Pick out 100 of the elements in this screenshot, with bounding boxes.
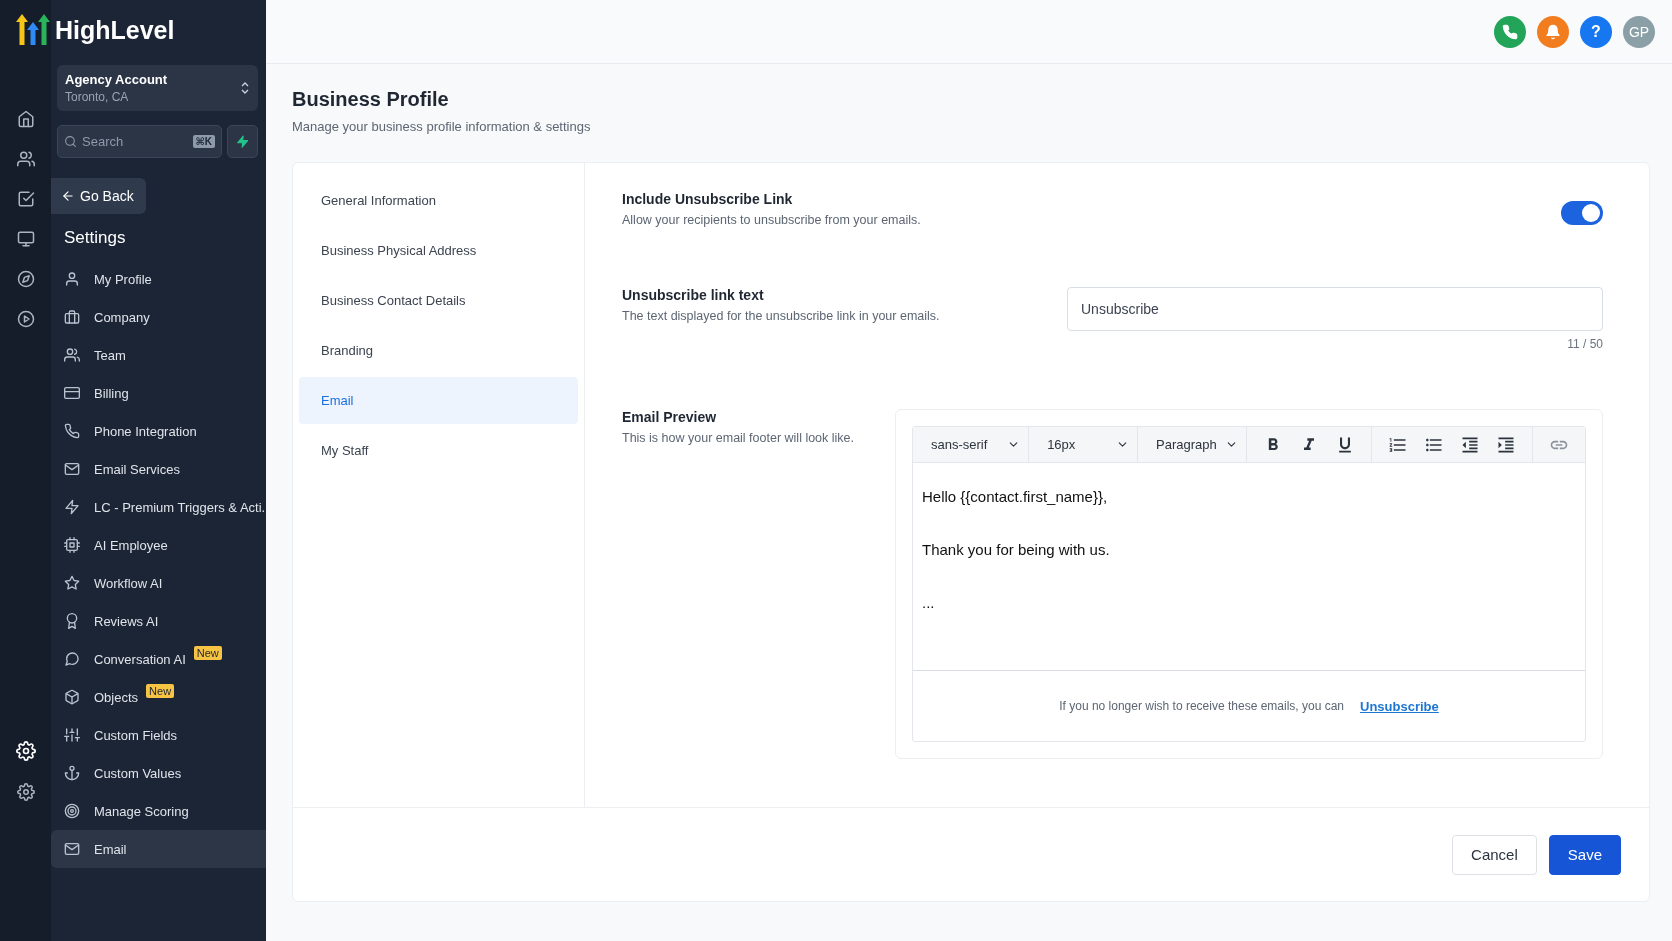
sidebar-item[interactable]: My Profile (51, 260, 266, 298)
chat-icon (64, 651, 80, 667)
settings-icon[interactable] (16, 783, 35, 801)
box-icon (64, 689, 80, 705)
shortcut-key: ⌘K (192, 135, 215, 148)
compass-icon[interactable] (16, 270, 35, 288)
sidebar-item[interactable]: Conversation AI New (51, 640, 266, 678)
sidebar-item[interactable]: Company (51, 298, 266, 336)
section-tab[interactable]: Business Contact Details (299, 277, 578, 324)
section-tab[interactable]: Branding (299, 327, 578, 374)
sliders-icon (64, 727, 80, 743)
phone-button[interactable] (1494, 15, 1526, 48)
logo-icon (15, 12, 51, 48)
sidebar-item-label: Billing (94, 385, 129, 401)
users-icon (64, 347, 80, 363)
setting-description: The text displayed for the unsubscribe link in your emails. (622, 309, 940, 323)
sidebar-item[interactable]: Custom Fields (51, 716, 266, 754)
users-icon[interactable] (16, 150, 35, 168)
sidebar-item-label: Email (94, 841, 127, 857)
sidebar-item-label: AI Employee (94, 537, 168, 553)
chip-icon (64, 537, 80, 553)
sidebar-item-label: Reviews AI (94, 613, 159, 629)
sidebar-item[interactable]: Billing (51, 374, 266, 412)
sidebar-item-label: Manage Scoring (94, 803, 189, 819)
setting-title: Email Preview (622, 409, 718, 425)
notifications-button[interactable] (1537, 15, 1569, 48)
check-square-icon[interactable] (16, 190, 35, 208)
font-select[interactable]: sans-serif (913, 427, 1030, 462)
anchor-icon (64, 765, 80, 781)
bolt-icon (235, 134, 250, 149)
sidebar-item[interactable]: LC - Premium Triggers & Acti. (51, 488, 266, 526)
setting-title: Include Unsubscribe Link (622, 191, 794, 207)
go-back-button[interactable]: Go Back (51, 178, 146, 214)
bell-icon (1545, 23, 1561, 40)
sidebar-item[interactable]: AI Employee (51, 526, 266, 564)
star-icon (64, 575, 80, 591)
email-text-line: Hello {{contact.first_name}}, (922, 489, 1109, 505)
card-icon (64, 385, 80, 401)
section-tab[interactable]: Business Physical Address (299, 227, 578, 274)
sidebar-item[interactable]: Objects New (51, 678, 266, 716)
character-counter: 11 / 50 (1567, 337, 1603, 351)
sidebar-title: Settings (64, 228, 127, 248)
monitor-icon[interactable] (16, 230, 35, 248)
sidebar-item-label: Email Services (94, 461, 180, 477)
section-tab[interactable]: General Information (299, 177, 578, 224)
sidebar-item-label: Company (94, 309, 150, 325)
bolt-icon (64, 499, 80, 515)
sidebar-item-label: Objects (94, 689, 139, 705)
sidebar-item-label: Phone Integration (94, 423, 197, 439)
logo-text: HighLevel (55, 15, 175, 45)
search-icon (64, 135, 77, 148)
page-title: Business Profile (292, 88, 450, 111)
sidebar-item[interactable]: Email Services (51, 450, 266, 488)
target-icon (64, 803, 80, 819)
sidebar-item[interactable]: Workflow AI (51, 564, 266, 602)
sidebar-item-label: Workflow AI (94, 575, 163, 591)
format-select[interactable]: Paragraph (1138, 427, 1247, 462)
sidebar-item-label: Custom Fields (94, 727, 178, 743)
unsubscribe-link[interactable]: Unsubscribe (1360, 698, 1439, 714)
account-switcher[interactable]: Agency Account Toronto, CA (57, 65, 258, 111)
sidebar-item[interactable]: Custom Values (51, 754, 266, 792)
email-text-line: ... (922, 595, 936, 611)
setting-description: This is how your email footer will look like. (622, 431, 855, 445)
setting-title: Unsubscribe link text (622, 287, 765, 303)
new-tag: New (146, 684, 175, 698)
sidebar-item[interactable]: Email (51, 830, 266, 868)
size-select[interactable]: 16px (1029, 427, 1139, 462)
sidebar-item[interactable]: Reviews AI (51, 602, 266, 640)
briefcase-icon (64, 309, 80, 325)
email-text-line: Thank you for being with us. (922, 542, 1111, 558)
home-icon[interactable] (16, 110, 35, 128)
chevrons-icon (240, 80, 250, 96)
help-button[interactable]: ? (1580, 15, 1612, 48)
toggle-switch[interactable] (1561, 201, 1603, 225)
quick-action-button[interactable] (227, 125, 258, 158)
input-field[interactable]: Unsubscribe (1067, 287, 1603, 331)
save-button[interactable]: Save (1548, 834, 1621, 875)
section-tab[interactable]: My Staff (299, 427, 578, 474)
editor-body[interactable]: Hello {{contact.first_name}}, Thank you for being with us. ... (913, 463, 1585, 671)
sidebar-item[interactable]: Team (51, 336, 266, 374)
play-icon[interactable] (16, 310, 35, 328)
award-icon (64, 613, 80, 629)
sidebar-item[interactable]: Manage Scoring (51, 792, 266, 830)
sidebar-item-label: Custom Values (94, 765, 182, 781)
mail-icon (64, 461, 80, 477)
phone-icon (64, 423, 80, 439)
user-icon (64, 271, 80, 287)
cancel-button[interactable]: Cancel (1452, 834, 1537, 875)
sidebar-item-label: Team (94, 347, 126, 363)
sidebar-item-label: LC - Premium Triggers & Acti. (94, 499, 266, 515)
new-tag: New (193, 646, 222, 660)
section-tab[interactable]: Email (299, 377, 578, 424)
page-subtitle: Manage your business profile information & settings (292, 119, 592, 134)
sidebar-item[interactable]: Phone Integration (51, 412, 266, 450)
mail-icon (64, 841, 80, 857)
sidebar-item-label: My Profile (94, 271, 152, 287)
footer-text: If you no longer wish to receive these emails, you can (1059, 699, 1345, 713)
phone-icon (1502, 23, 1518, 40)
setting-description: Allow your recipients to unsubscribe from your emails. (622, 213, 921, 227)
search-field[interactable]: Search ⌘K (57, 125, 222, 158)
